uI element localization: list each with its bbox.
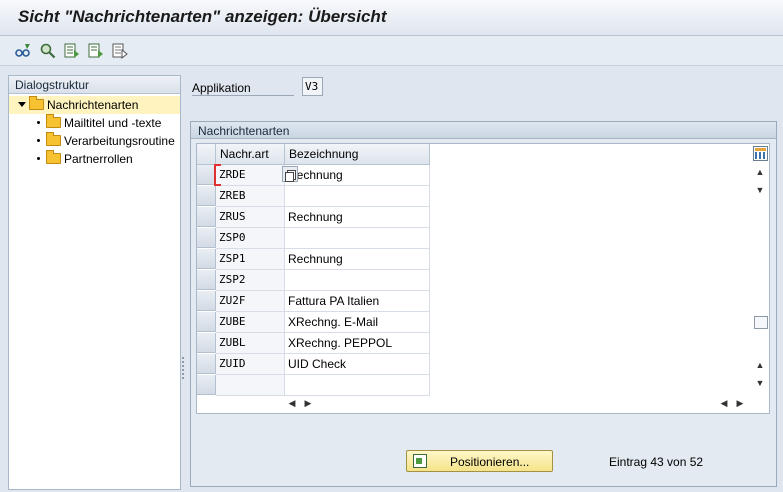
- tree-item-label: Partnerrollen: [64, 152, 133, 166]
- table-cell-code[interactable]: ZSP2: [216, 270, 285, 291]
- table-cell-code[interactable]: ZUBL: [216, 333, 285, 354]
- copy-value-icon[interactable]: [282, 166, 298, 182]
- position-button[interactable]: Positionieren...: [406, 450, 553, 472]
- row-selector[interactable]: [197, 207, 216, 227]
- table-cell-description[interactable]: XRechng. E-Mail: [285, 312, 430, 333]
- tree-item-label: Mailtitel und -texte: [64, 116, 162, 130]
- page-down-icon[interactable]: ▼: [753, 377, 767, 389]
- folder-icon: [46, 114, 61, 128]
- row-selector[interactable]: [197, 312, 216, 332]
- tree-item-mailtitel[interactable]: Mailtitel und -texte: [37, 114, 161, 132]
- scroll-right-icon[interactable]: ▶: [301, 397, 315, 409]
- table-cell-code[interactable]: ZU2F: [216, 291, 285, 312]
- scroll-left-end-icon[interactable]: ◀: [717, 397, 731, 409]
- column-header-nachrart[interactable]: Nachr.art: [216, 144, 285, 165]
- find-icon[interactable]: [39, 42, 57, 60]
- expand-triangle-icon[interactable]: [18, 102, 26, 107]
- select-all-icon[interactable]: [63, 42, 81, 60]
- table-cell-description[interactable]: XRechng. PEPPOL: [285, 333, 430, 354]
- scroll-up-icon[interactable]: ▲: [753, 166, 767, 178]
- dialog-structure-panel: Dialogstruktur Nachrichtenarten Mailtite…: [8, 75, 181, 490]
- table-cell-code[interactable]: ZRUS: [216, 207, 285, 228]
- glasses-change-icon[interactable]: [14, 42, 32, 60]
- folder-icon: [29, 96, 44, 110]
- row-selector[interactable]: [197, 291, 216, 311]
- window-title: Sicht "Nachrichtenarten" anzeigen: Übers…: [18, 7, 387, 26]
- scroll-right-end-icon[interactable]: ▶: [733, 397, 747, 409]
- horizontal-scrollbar[interactable]: ◀ ▶ ◀ ▶: [283, 395, 749, 411]
- application-label-underline: [192, 95, 294, 96]
- position-icon: [413, 454, 427, 468]
- row-selector[interactable]: [197, 270, 216, 290]
- table-cell-description[interactable]: Fattura PA Italien: [285, 291, 430, 312]
- panel-title: Nachrichtenarten: [191, 122, 776, 139]
- folder-icon: [46, 150, 61, 164]
- horizontal-scroll-track[interactable]: [319, 397, 715, 409]
- scroll-left-icon[interactable]: ◀: [285, 397, 299, 409]
- row-selector[interactable]: [197, 333, 216, 353]
- tree-item-verarbeitungsroutine[interactable]: Verarbeitungsroutine: [37, 132, 175, 150]
- deselect-all-icon[interactable]: [111, 42, 129, 60]
- table-cell-code[interactable]: [216, 375, 285, 396]
- table-cell-description[interactable]: Rechnung: [285, 207, 430, 228]
- bullet-icon: [37, 121, 40, 124]
- column-header-bezeichnung[interactable]: Bezeichnung: [285, 144, 430, 165]
- tree-item-label: Nachrichtenarten: [47, 98, 139, 112]
- table-cell-description[interactable]: [285, 228, 430, 249]
- tree-item-nachrichtenarten[interactable]: Nachrichtenarten: [9, 96, 180, 114]
- application-toolbar: [0, 36, 783, 66]
- entry-counter: Eintrag 43 von 52: [609, 455, 704, 469]
- select-block-icon[interactable]: [87, 42, 105, 60]
- row-selector[interactable]: [197, 186, 216, 206]
- table-cell-description[interactable]: [285, 270, 430, 291]
- tree-item-partnerrollen[interactable]: Partnerrollen: [37, 150, 133, 168]
- application-field[interactable]: V3: [302, 77, 323, 96]
- table-cell-description[interactable]: Rechnung: [285, 165, 430, 186]
- dialog-structure-header: Dialogstruktur: [9, 76, 180, 94]
- row-selector[interactable]: [197, 228, 216, 248]
- table-cell-code[interactable]: ZUID: [216, 354, 285, 375]
- position-button-label: Positionieren...: [450, 455, 530, 469]
- table-cell-code[interactable]: ZUBE: [216, 312, 285, 333]
- row-selector[interactable]: [197, 354, 216, 374]
- cell-focus-marker: [214, 164, 272, 186]
- table-cell-description[interactable]: [285, 186, 430, 207]
- panel-splitter-handle[interactable]: [181, 355, 185, 385]
- table-cell-description[interactable]: UID Check: [285, 354, 430, 375]
- scroll-down-icon[interactable]: ▼: [753, 184, 767, 196]
- table-cell-code[interactable]: ZSP0: [216, 228, 285, 249]
- table-cell-description[interactable]: Rechnung: [285, 249, 430, 270]
- row-selector[interactable]: [197, 249, 216, 269]
- title-bar: Sicht "Nachrichtenarten" anzeigen: Übers…: [0, 0, 783, 36]
- table-cell-code[interactable]: ZREB: [216, 186, 285, 207]
- table-cell-code[interactable]: ZSP1: [216, 249, 285, 270]
- vertical-scrollbar[interactable]: ▲ ▼ ▲ ▼: [752, 163, 768, 393]
- tree-item-label: Verarbeitungsroutine: [64, 134, 175, 148]
- message-types-table: Nachr.art Bezeichnung ZRDE Rechnung ZREB…: [196, 143, 770, 414]
- folder-icon: [46, 132, 61, 146]
- row-selector[interactable]: [197, 375, 216, 395]
- scrollbar-thumb[interactable]: [754, 316, 768, 329]
- page-up-icon[interactable]: ▲: [753, 359, 767, 371]
- bullet-icon: [37, 139, 40, 142]
- application-label: Applikation: [192, 81, 251, 95]
- select-all-rows-button[interactable]: [197, 144, 216, 165]
- bullet-icon: [37, 157, 40, 160]
- column-settings-icon[interactable]: [753, 146, 768, 161]
- table-cell-description[interactable]: [285, 375, 430, 396]
